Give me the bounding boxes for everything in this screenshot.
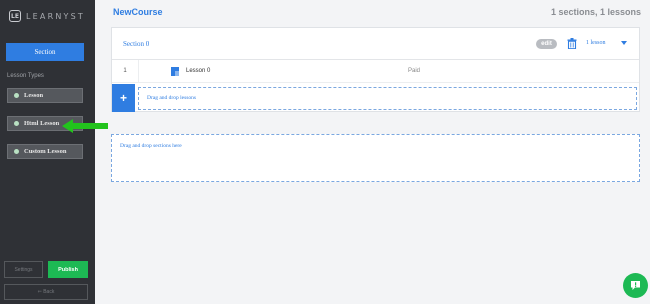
section-title[interactable]: Section 0 [123,40,149,48]
section-card: Section 0 edit 1 lesson 1 Lesson 0 Paid … [111,27,640,112]
course-summary: 1 sections, 1 lessons [550,7,641,17]
lesson-type-label: Custom Lesson [24,148,67,155]
file-icon [171,67,179,76]
lesson-index: 1 [112,60,139,82]
lesson-type-lesson[interactable]: Lesson [7,88,83,103]
lesson-types-label: Lesson Types [7,73,44,79]
lesson-type-label: Lesson [24,92,44,99]
sidebar: LE LEARNYST Section Lesson Types Lesson … [0,0,95,304]
edit-section-button[interactable]: edit [536,39,557,49]
publish-button[interactable]: Publish [48,261,88,278]
lesson-type-label: Html Lesson [24,120,60,127]
chat-icon [631,281,640,290]
back-button[interactable]: ⇐ Back [4,284,88,300]
dot-icon [14,121,19,126]
lesson-type-custom-lesson[interactable]: Custom Lesson [7,144,83,159]
lesson-count: 1 lesson [586,40,606,46]
course-title: NewCourse [113,7,163,17]
dot-icon [14,93,19,98]
brand-logo[interactable]: LE LEARNYST [9,8,85,24]
arrow-left-icon [62,119,108,133]
chat-button[interactable] [623,273,648,298]
add-section-button[interactable]: Section [6,43,84,61]
lesson-drop-zone[interactable]: Drag and drop lessons [138,87,637,110]
settings-button[interactable]: Settings [4,261,43,278]
logo-icon: LE [9,10,21,22]
section-header: Section 0 edit 1 lesson [112,28,639,60]
brand-name: LEARNYST [26,11,85,21]
lesson-price: Paid [408,68,421,74]
trash-icon[interactable] [567,38,577,49]
chevron-down-icon[interactable] [621,41,627,45]
section-drop-zone[interactable]: Drag and drop sections here [111,134,640,182]
lesson-row[interactable]: 1 Lesson 0 Paid [112,60,639,83]
dot-icon [14,149,19,154]
lesson-name: Lesson 0 [186,68,211,74]
add-lesson-button[interactable]: + [112,84,135,112]
